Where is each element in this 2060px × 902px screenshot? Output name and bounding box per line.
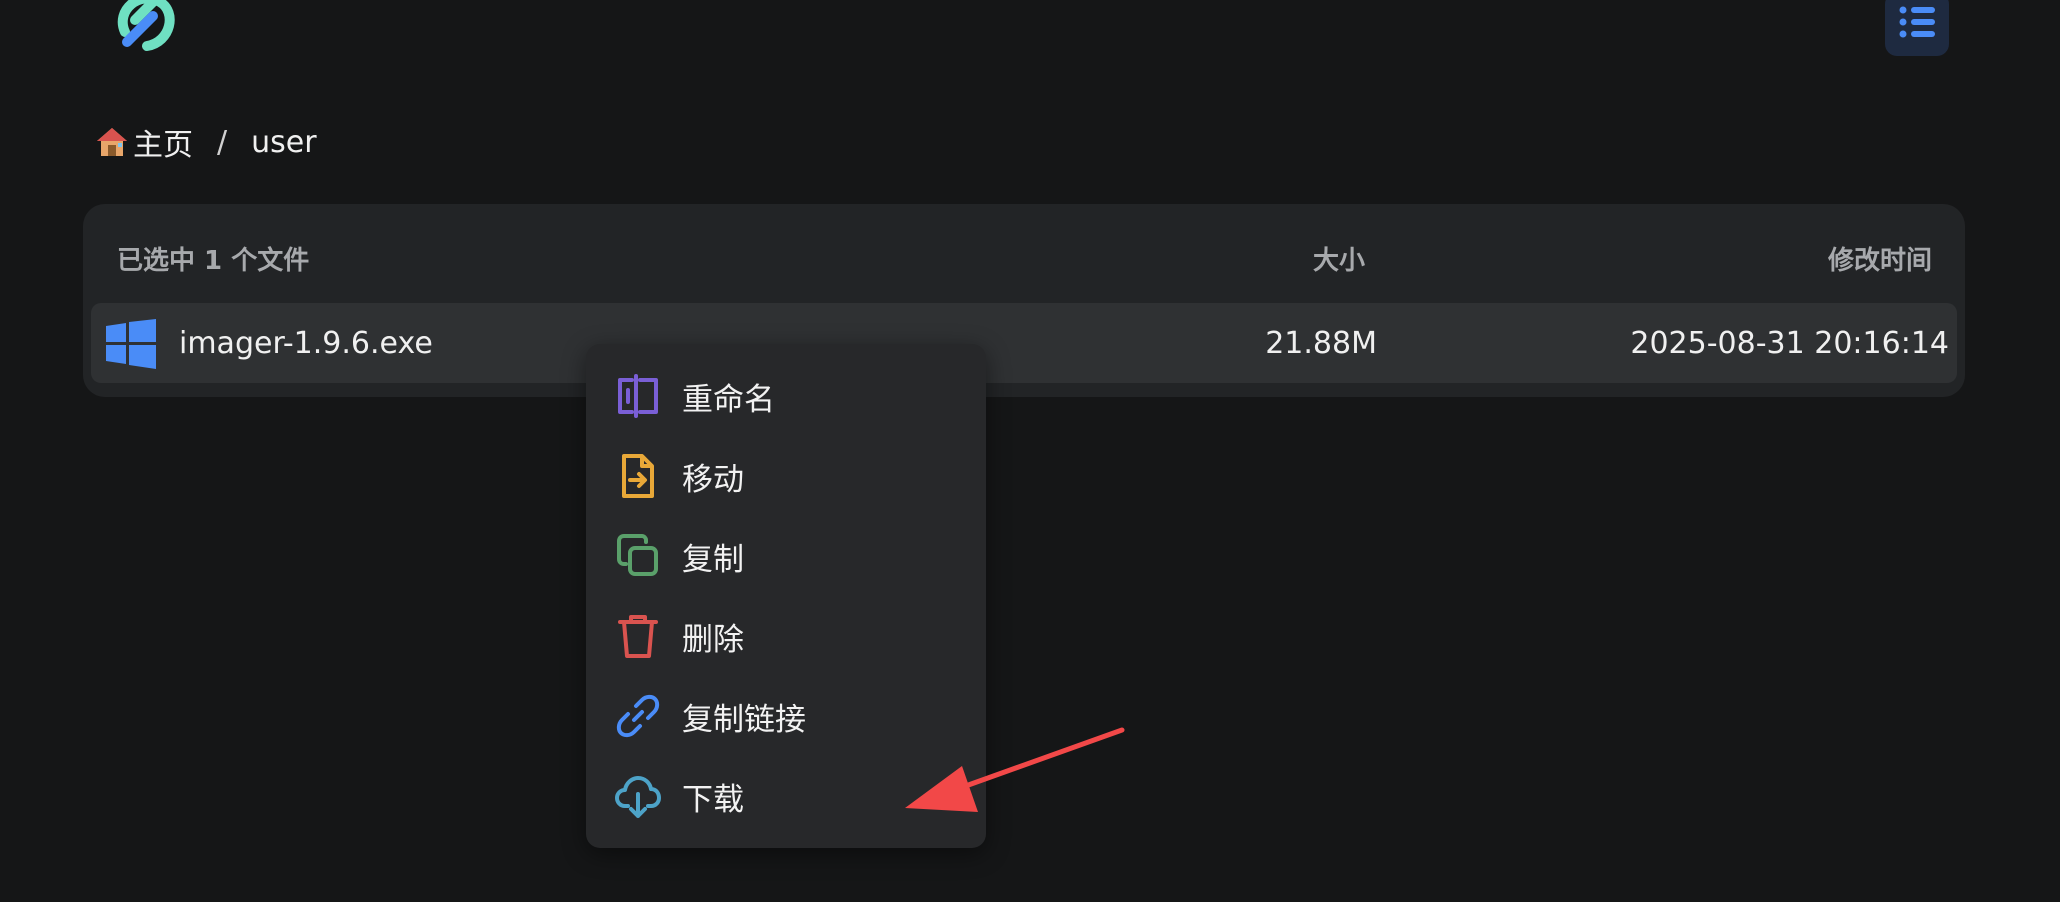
table-row[interactable]: imager-1.9.6.exe 21.88M 2025-08-31 20:16… <box>91 303 1957 383</box>
menu-item-rename[interactable]: 重命名 <box>586 361 986 431</box>
windows-icon <box>106 319 156 369</box>
menu-item-label: 复制 <box>682 541 744 578</box>
cloud-download-icon <box>614 772 662 820</box>
brand-logo[interactable] <box>105 0 185 60</box>
menu-toggle-button[interactable] <box>1885 0 1949 56</box>
rename-icon <box>614 372 662 420</box>
copy-icon <box>614 532 662 580</box>
file-list-panel: 已选中 1 个文件 大小 修改时间 imager-1.9.6.exe 21.88… <box>83 204 1965 397</box>
file-size: 21.88M <box>1265 326 1377 361</box>
column-header-size[interactable]: 大小 <box>1313 240 1365 277</box>
file-name[interactable]: imager-1.9.6.exe <box>179 326 433 361</box>
menu-item-label: 重命名 <box>682 381 775 418</box>
menu-item-label: 复制链接 <box>682 701 806 738</box>
menu-item-label: 删除 <box>682 621 744 658</box>
menu-item-copy[interactable]: 复制 <box>586 521 986 591</box>
menu-item-move[interactable]: 移动 <box>586 441 986 511</box>
table-header: 已选中 1 个文件 大小 修改时间 <box>83 234 1965 277</box>
link-icon <box>614 692 662 740</box>
breadcrumb-home[interactable]: 主页 <box>133 120 193 164</box>
file-modified-time: 2025-08-31 20:16:14 <box>1630 326 1949 361</box>
menu-item-label: 移动 <box>682 461 744 498</box>
house-icon <box>95 125 129 159</box>
breadcrumb-separator: / <box>217 124 228 160</box>
list-icon <box>1897 4 1937 44</box>
trash-icon <box>614 612 662 660</box>
annotation-arrow <box>890 720 1130 820</box>
column-header-modified[interactable]: 修改时间 <box>1828 240 1932 277</box>
menu-item-delete[interactable]: 删除 <box>586 601 986 671</box>
menu-item-label: 下载 <box>682 781 744 818</box>
move-file-icon <box>614 452 662 500</box>
selected-count-label: 已选中 1 个文件 <box>117 246 310 276</box>
breadcrumb: 主页 / user <box>95 118 317 166</box>
breadcrumb-current[interactable]: user <box>251 125 316 160</box>
